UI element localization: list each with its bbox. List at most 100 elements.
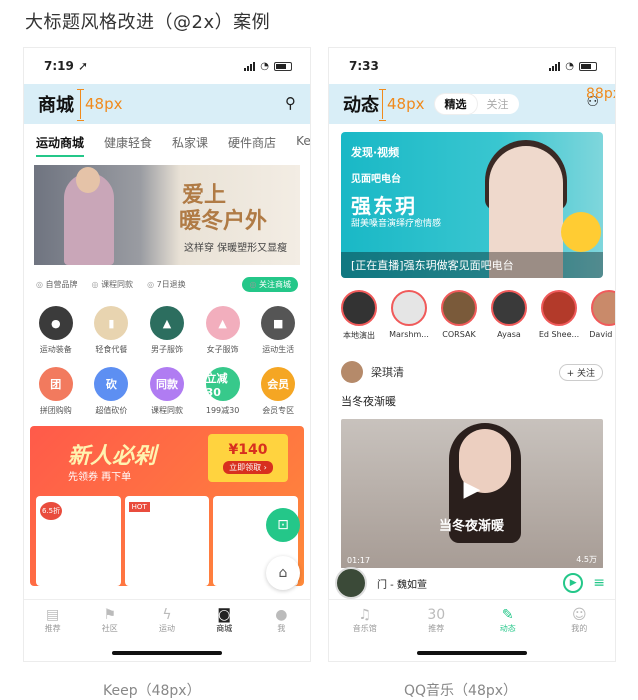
artist-item[interactable]: David G... bbox=[587, 290, 615, 341]
playlist-icon[interactable]: ≡ bbox=[593, 575, 605, 591]
store-icon[interactable]: ⌂ bbox=[266, 556, 300, 590]
nav-item[interactable]: ϟ 运动 bbox=[138, 600, 195, 641]
category-item[interactable]: 立减30 199减30 bbox=[195, 367, 251, 416]
model-head bbox=[76, 167, 100, 193]
promo-title: 新人必剁 bbox=[68, 444, 157, 469]
home-indicator bbox=[112, 651, 222, 655]
product-row: 6.5折 HOT bbox=[36, 496, 299, 586]
service-row: 自营品牌 课程同款 7日退换 关注商城 bbox=[24, 265, 310, 292]
bottom-nav: ♫ 音乐馆 30 推荐 ✎ 动态 ☺ 我的 bbox=[329, 599, 615, 641]
category-icon: 立减30 bbox=[205, 367, 240, 401]
category-item[interactable]: 同款 课程同款 bbox=[139, 367, 195, 416]
category-tabs: 运动商城 健康轻食 私家课 硬件商店 Ke bbox=[24, 124, 310, 159]
nav-icon: ● bbox=[275, 607, 288, 623]
tab-following[interactable]: 关注 bbox=[477, 94, 519, 114]
category-icon: ● bbox=[38, 306, 73, 340]
artist-item[interactable]: 本地演出 bbox=[337, 290, 381, 341]
nav-item[interactable]: ▤ 推荐 bbox=[24, 600, 81, 641]
promo-subtitle: 先领券 再下单 bbox=[68, 472, 132, 483]
post-header: 梁琪清 + 关注 bbox=[329, 341, 615, 383]
album-cover bbox=[335, 567, 367, 599]
category-item[interactable]: ▲ 女子服饰 bbox=[195, 306, 251, 355]
artist-item[interactable]: Ed Shee... bbox=[537, 290, 581, 341]
status-time: 7:19 ➚ bbox=[44, 59, 89, 73]
nav-icon: ⚑ bbox=[103, 607, 117, 623]
nav-item[interactable]: ♫ 音乐馆 bbox=[329, 600, 401, 641]
nav-item[interactable]: 30 推荐 bbox=[401, 600, 473, 641]
live-banner[interactable]: 发现·视频 见面吧电台 强东玥 甜美嗓音演绎疗愈情感 [正在直播]强东玥做客见面… bbox=[341, 132, 603, 278]
newbie-promo[interactable]: 新人必剁 先领券 再下单 ¥140 立即领取 › 6.5折 HOT bbox=[30, 426, 304, 586]
category-label: 会员专区 bbox=[262, 406, 295, 415]
follow-mall-button[interactable]: 关注商城 bbox=[242, 277, 298, 292]
play-button[interactable]: ▶ bbox=[563, 573, 584, 593]
cart-icon[interactable]: ⊡ bbox=[266, 508, 300, 542]
mini-player[interactable]: 门 - 魏如萱 ▶ ≡ bbox=[329, 567, 615, 599]
category-item[interactable]: 团拼团购购 bbox=[28, 367, 84, 416]
coupon-get-button[interactable]: 立即领取 › bbox=[223, 461, 273, 474]
tab-more[interactable]: Ke bbox=[296, 134, 310, 151]
category-item[interactable]: 会员 会员专区 bbox=[250, 367, 306, 416]
live-caption: [正在直播]强东玥做客见面吧电台 bbox=[341, 252, 603, 278]
service-item: 课程同款 bbox=[92, 279, 133, 290]
artist-item[interactable]: CORSAK bbox=[437, 290, 481, 341]
category-item[interactable]: ■ 运动生活 bbox=[250, 306, 306, 355]
nav-item[interactable]: ● 我 bbox=[253, 600, 310, 641]
coupon[interactable]: ¥140 立即领取 › bbox=[208, 434, 288, 482]
nav-item[interactable]: ◙ 商城 bbox=[196, 600, 253, 641]
artist-row: 本地演出 Marshm... CORSAK Ayasa Ed Shee... David … bbox=[329, 278, 615, 341]
nav-item[interactable]: ✎ 动态 bbox=[472, 600, 544, 641]
category-item[interactable]: 砍超值砍价 bbox=[84, 367, 140, 416]
nav-icon: ☺ bbox=[571, 607, 587, 623]
tab-hardware-store[interactable]: 硬件商店 bbox=[228, 134, 276, 151]
promo-banner[interactable]: 爱上 暖冬户外 这样穿 保暖塑形又显瘦 bbox=[34, 165, 300, 265]
hot-badge: HOT bbox=[128, 502, 150, 512]
tab-featured[interactable]: 精选 bbox=[434, 94, 477, 114]
artist-item[interactable]: Ayasa bbox=[487, 290, 531, 341]
category-icon: 团 bbox=[38, 367, 73, 401]
nav-item[interactable]: ☺ 我的 bbox=[544, 600, 616, 641]
status-icons: ◔ bbox=[244, 61, 292, 72]
nav-icon: ✎ bbox=[501, 607, 514, 623]
header-bar: 商城 48px ⚲ bbox=[24, 84, 310, 124]
tab-healthy-food[interactable]: 健康轻食 bbox=[104, 134, 152, 151]
nav-item[interactable]: ⚑ 社区 bbox=[81, 600, 138, 641]
post-user[interactable]: 梁琪清 bbox=[371, 364, 404, 380]
avatar[interactable] bbox=[341, 361, 363, 383]
category-label: 女子服饰 bbox=[206, 345, 239, 354]
header-bar: 动态 48px 精选 关注 ⚇ 88px bbox=[329, 84, 615, 124]
play-icon[interactable]: ▶ bbox=[458, 477, 486, 505]
status-icons: ◔ bbox=[549, 61, 597, 72]
host-desc: 甜美嗓音演绎疗愈情感 bbox=[351, 219, 442, 229]
nav-label: 商城 bbox=[216, 624, 233, 633]
height-annotation: 48px bbox=[77, 89, 123, 121]
tab-sports-mall[interactable]: 运动商城 bbox=[36, 134, 85, 157]
category-item[interactable]: ▮ 轻食代餐 bbox=[84, 306, 140, 355]
category-icon: ■ bbox=[261, 306, 296, 340]
status-bar: 7:33 ◔ bbox=[329, 48, 615, 84]
coupon-amount: ¥140 bbox=[228, 442, 268, 458]
category-item[interactable]: ▲ 男子服饰 bbox=[139, 306, 195, 355]
song-title: 门 - 魏如萱 bbox=[377, 579, 427, 591]
product-card[interactable]: HOT bbox=[124, 496, 210, 586]
artist-item[interactable]: Marshm... bbox=[387, 290, 431, 341]
tab-private-class[interactable]: 私家课 bbox=[172, 134, 208, 151]
right-annotation: 88px bbox=[586, 86, 615, 102]
search-icon[interactable]: ⚲ bbox=[285, 94, 296, 112]
category-item[interactable]: ● 运动装备 bbox=[28, 306, 84, 355]
battery-icon bbox=[579, 61, 597, 71]
video-player[interactable]: ▶ 当冬夜渐暖 01:17 4.5万 bbox=[341, 419, 603, 569]
product-card[interactable]: 6.5折 bbox=[36, 496, 121, 586]
nav-icon: 30 bbox=[427, 607, 446, 623]
video-title: 当冬夜渐暖 bbox=[439, 519, 505, 534]
header-title: 动态 bbox=[343, 95, 379, 116]
category-label: 运动生活 bbox=[262, 345, 295, 354]
banner-line3: 这样穿 保暖塑形又显瘦 bbox=[184, 243, 288, 254]
video-duration: 01:17 bbox=[347, 556, 371, 565]
category-icon: 同款 bbox=[149, 367, 184, 401]
nav-label: 我的 bbox=[571, 624, 588, 633]
follow-button[interactable]: + 关注 bbox=[558, 363, 603, 381]
decor-circle bbox=[561, 212, 601, 252]
qq-caption: QQ音乐（48px） bbox=[404, 683, 518, 699]
category-label: 199减30 bbox=[205, 406, 240, 415]
signal-icon bbox=[244, 61, 256, 71]
